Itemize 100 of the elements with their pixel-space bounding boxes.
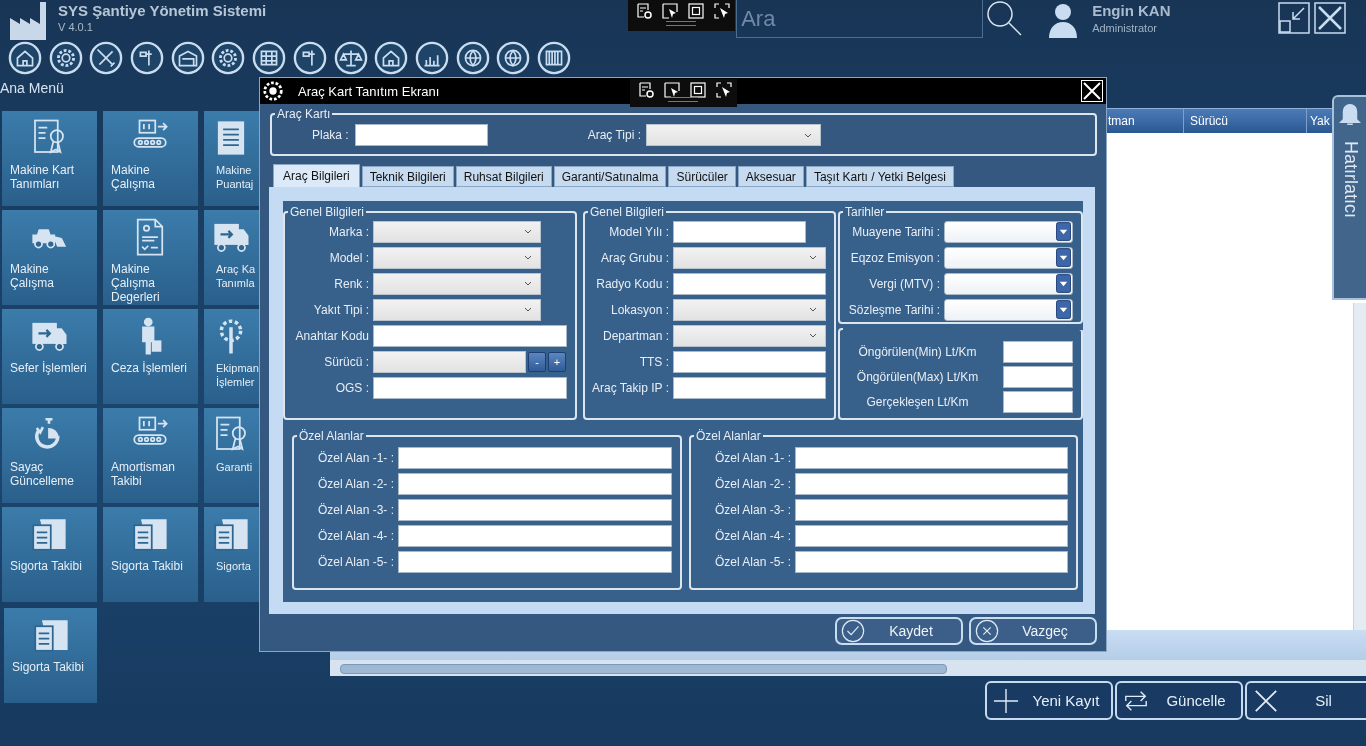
horizontal-scrollbar[interactable] (330, 660, 1366, 676)
tab[interactable]: Garanti/Satınalma (553, 166, 667, 187)
text-field[interactable] (398, 498, 672, 521)
tab[interactable]: Araç Bilgileri (273, 164, 360, 187)
chart-icon[interactable] (414, 40, 449, 75)
field-label: TTS : (638, 354, 669, 369)
text-field[interactable] (795, 498, 1068, 521)
action-button[interactable]: Sil (1245, 681, 1366, 720)
action-button[interactable]: Yeni Kayıt (985, 681, 1113, 720)
restore-icon[interactable] (1278, 2, 1311, 34)
scale-icon[interactable] (333, 40, 368, 75)
globe-icon[interactable] (455, 40, 490, 75)
date-field[interactable] (944, 246, 1073, 269)
tools-icon[interactable] (89, 40, 124, 75)
tab[interactable]: Aksesuar (737, 166, 804, 187)
menu-tile[interactable]: Ekipman İşlemler (204, 309, 259, 404)
text-field[interactable] (795, 524, 1068, 547)
text-field[interactable] (373, 376, 567, 399)
text-field[interactable] (398, 550, 672, 573)
field-label: Anahtar Kodu (294, 328, 369, 343)
menu-tile[interactable]: Sefer İşlemleri (2, 309, 97, 404)
dialog-button[interactable]: Vazgeç (969, 617, 1097, 645)
menu-tile[interactable]: Makine Çalışma (2, 210, 97, 305)
dropdown-field[interactable] (673, 246, 826, 269)
dropdown-field[interactable] (373, 350, 526, 373)
text-field[interactable] (673, 272, 826, 295)
text-field[interactable] (795, 550, 1068, 573)
dropdown-field[interactable] (646, 124, 822, 146)
search-icon[interactable] (986, 0, 1023, 36)
text-field[interactable] (795, 472, 1068, 495)
dropdown-field[interactable] (673, 298, 826, 321)
menu-tile[interactable]: Sayaç Güncelleme (2, 408, 97, 503)
dropdown-field[interactable] (373, 298, 541, 321)
date-field[interactable] (944, 298, 1073, 321)
close-icon[interactable] (1314, 2, 1347, 34)
dropdown-field[interactable] (373, 220, 541, 243)
text-field[interactable] (398, 524, 672, 547)
text-field[interactable] (673, 376, 826, 399)
text-field[interactable] (673, 220, 806, 243)
text-field[interactable] (398, 472, 672, 495)
menu-tile[interactable]: Araç Ka Tanımla (204, 210, 259, 305)
menu-tile[interactable]: Makine Puantaj (204, 111, 259, 206)
text-field[interactable] (795, 446, 1068, 469)
house-icon[interactable] (374, 40, 409, 75)
container-icon[interactable] (536, 40, 571, 75)
text-field[interactable] (373, 324, 567, 347)
house-icon[interactable] (8, 40, 42, 75)
menu-tile[interactable]: Sigorta Takibi (4, 608, 97, 703)
column-header[interactable]: Yak (1306, 109, 1330, 133)
check-circle-icon (841, 619, 865, 643)
date-field[interactable] (944, 220, 1073, 243)
vertical-scrollbar[interactable] (1353, 302, 1366, 631)
step-button[interactable]: + (548, 351, 566, 372)
cursor-icon[interactable] (662, 3, 678, 19)
menu-tile[interactable]: Makine Çalışma Degerleri (103, 210, 198, 305)
gear-icon[interactable] (48, 40, 83, 75)
dropdown-field[interactable] (673, 324, 826, 347)
column-header[interactable]: Sürücü (1183, 109, 1306, 133)
garage-icon[interactable] (170, 40, 205, 75)
menu-tile[interactable]: Makine Kart Tanımları (2, 111, 97, 206)
menu-tile[interactable]: Sigorta (204, 507, 259, 602)
text-field[interactable] (398, 446, 672, 469)
text-field[interactable] (1003, 390, 1073, 413)
action-button[interactable]: Güncelle (1115, 681, 1243, 720)
menu-tile[interactable]: Sigorta Takibi (103, 507, 198, 602)
tab[interactable]: Ruhsat Bilgileri (455, 166, 552, 187)
menu-title: Ana Menü (0, 80, 64, 97)
settings-screenshot-icon[interactable] (636, 3, 652, 19)
cursor-icon[interactable] (664, 82, 680, 98)
group-title: Özel Alanlar (298, 430, 365, 442)
settings-screenshot-icon[interactable] (638, 82, 654, 98)
search-field[interactable]: Ara (736, 0, 984, 38)
date-field[interactable] (944, 272, 1073, 295)
dropdown-field[interactable] (373, 246, 541, 269)
menu-tile[interactable]: Ceza İşlemleri (103, 309, 198, 404)
tab[interactable]: Teknik Bilgileri (361, 166, 454, 187)
cursor-frame-icon[interactable] (716, 82, 732, 98)
step-button[interactable]: - (528, 351, 546, 372)
tab[interactable]: Sürücüler (668, 166, 736, 187)
dropdown-field[interactable] (373, 272, 541, 295)
text-field[interactable] (1003, 340, 1073, 363)
reminder-tab[interactable]: Hatırlatıcı (1332, 95, 1366, 300)
window-icon[interactable] (690, 82, 706, 98)
text-field[interactable] (354, 124, 488, 146)
dialog-button[interactable]: Kaydet (835, 617, 963, 645)
cursor-frame-icon[interactable] (714, 3, 730, 19)
gear-icon[interactable] (211, 40, 246, 75)
chevron-down-icon (524, 229, 532, 234)
menu-tile[interactable]: Garanti (204, 408, 259, 503)
text-field[interactable] (673, 350, 826, 373)
menu-tile[interactable]: Makine Çalışma (103, 111, 198, 206)
globe-icon[interactable] (496, 40, 531, 75)
menu-tile[interactable]: Amortisman Takibi (103, 408, 198, 503)
menu-tile[interactable]: Sigorta Takibi (2, 507, 97, 602)
window-icon[interactable] (688, 3, 704, 19)
grid-icon[interactable] (252, 40, 287, 75)
tab[interactable]: Taşıt Kartı / Yetki Belgesi (805, 166, 954, 187)
text-field[interactable] (1003, 365, 1073, 388)
field-label: Gerçekleşen Lt/Km (865, 394, 970, 409)
gear-logo-icon (262, 80, 284, 102)
